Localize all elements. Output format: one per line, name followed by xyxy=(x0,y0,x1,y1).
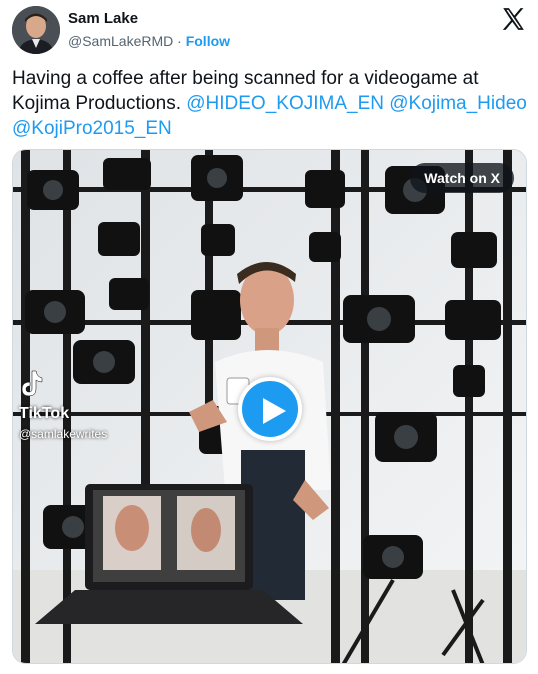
avatar[interactable] xyxy=(12,6,60,54)
video-player[interactable]: TikTok @samlakewrites Watch on X xyxy=(12,149,527,664)
watch-on-x-button[interactable]: Watch on X xyxy=(410,163,514,193)
mention-link[interactable]: @HIDEO_KOJIMA_EN xyxy=(186,93,384,114)
play-icon xyxy=(263,398,286,424)
x-logo-icon[interactable] xyxy=(500,6,526,32)
author-handle-line: @SamLakeRMD · Follow xyxy=(68,33,230,49)
separator-dot: · xyxy=(173,33,186,49)
author-handle[interactable]: @SamLakeRMD xyxy=(68,33,173,49)
play-button[interactable] xyxy=(238,377,302,441)
tiktok-icon xyxy=(21,370,43,397)
tweet-text: Having a coffee after being scanned for … xyxy=(12,66,528,141)
tweet-header: Sam Lake @SamLakeRMD · Follow xyxy=(12,6,526,56)
tiktok-username: @samlakewrites xyxy=(19,427,108,441)
tiktok-brand: TikTok xyxy=(19,405,70,422)
tiktok-watermark: TikTok @samlakewrites xyxy=(19,370,107,441)
follow-button[interactable]: Follow xyxy=(186,33,230,49)
mention-link[interactable]: @KojiPro2015_EN xyxy=(12,118,172,139)
mention-link[interactable]: @Kojima_Hideo xyxy=(389,93,527,114)
author-name[interactable]: Sam Lake xyxy=(68,10,138,27)
